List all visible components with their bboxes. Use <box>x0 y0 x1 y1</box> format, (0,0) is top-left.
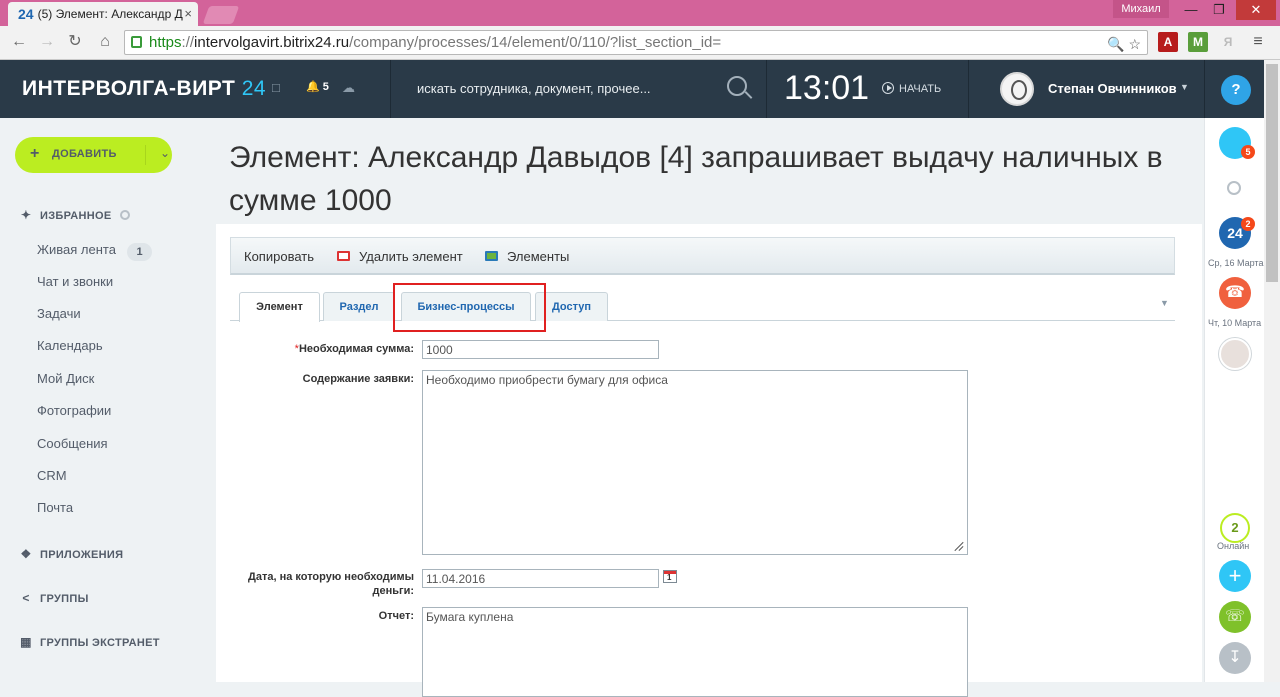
elements-icon <box>485 251 498 261</box>
cube-icon: ❖ <box>20 547 32 561</box>
search-icon[interactable] <box>1227 181 1241 195</box>
call-date: Чт, 10 Марта <box>1208 318 1262 328</box>
phone-call-icon[interactable]: ☎ <box>1219 277 1251 309</box>
right-panel: 5 24 2 Ср, 16 Марта ☎ Чт, 10 Марта 2 Онл… <box>1204 118 1264 682</box>
pin-icon: ✦ <box>20 208 32 222</box>
add-button[interactable]: + ДОБАВИТЬ ⌄ <box>15 137 172 173</box>
amount-field[interactable] <box>422 340 659 359</box>
user-name[interactable]: Степан Овчинников <box>1048 81 1177 96</box>
header-divider <box>968 60 969 118</box>
element-toolbar: Копировать Удалить элемент Элементы <box>230 237 1175 275</box>
request-label: Содержание заявки: <box>302 373 414 385</box>
browser-tab[interactable]: 24 (5) Элемент: Александр Д × <box>8 2 198 26</box>
copy-button[interactable]: Копировать <box>244 249 314 264</box>
phone-icon[interactable]: ☏ <box>1219 601 1251 633</box>
notifications-counter[interactable]: 🔔 5 <box>306 80 329 93</box>
address-bar[interactable]: https://intervolgavirt.bitrix24.ru/compa… <box>124 30 1148 55</box>
minimize-icon[interactable]: — <box>1176 0 1206 20</box>
pdf-extension-icon[interactable]: A <box>1158 32 1178 52</box>
sidebar-item-messages[interactable]: Сообщения <box>37 436 108 451</box>
amount-label: *Необходимая сумма: <box>294 343 414 355</box>
portal-logo[interactable]: ИНТЕРВОЛГА-ВИРТ 24 <box>22 77 266 101</box>
online-counter[interactable]: 2 <box>1220 513 1250 543</box>
chat-date: Ср, 16 Марта <box>1208 258 1264 268</box>
report-textarea[interactable]: Бумага куплена <box>422 607 968 697</box>
user-avatar[interactable] <box>1000 72 1034 106</box>
browser-toolbar: ← → ↻ ⌂ https://intervolgavirt.bitrix24.… <box>0 26 1280 60</box>
search-icon[interactable] <box>727 76 747 96</box>
highlight-box <box>393 283 546 332</box>
reload-icon[interactable]: ↻ <box>64 31 86 53</box>
contact-avatar[interactable] <box>1219 338 1251 370</box>
cloud-icon[interactable]: ☁ <box>342 80 355 96</box>
yandex-extension-icon[interactable]: Я <box>1218 32 1238 52</box>
report-label: Отчет: <box>378 610 414 622</box>
tab-close-icon[interactable]: × <box>184 6 192 21</box>
search-input[interactable]: искать сотрудника, документ, прочее... <box>417 81 651 96</box>
feed-counter-badge: 1 <box>127 243 152 261</box>
download-icon[interactable]: ↧ <box>1219 642 1251 674</box>
date-field[interactable] <box>422 569 659 588</box>
chevron-down-icon[interactable]: ▼ <box>1180 82 1189 92</box>
gear-icon[interactable] <box>119 210 130 220</box>
sidebar-item-mail[interactable]: Почта <box>37 500 73 515</box>
elements-button[interactable]: Элементы <box>507 249 569 264</box>
forward-icon[interactable]: → <box>36 31 58 53</box>
calendar-icon[interactable] <box>663 570 677 583</box>
sidebar-section-apps[interactable]: ❖ ПРИЛОЖЕНИЯ <box>19 547 123 561</box>
page-title: Элемент: Александр Давыдов [4] запрашива… <box>229 141 1163 217</box>
lock-icon <box>131 36 142 48</box>
window-close-icon[interactable]: ✕ <box>1236 0 1276 20</box>
network-icon: ▦ <box>20 635 32 649</box>
tab-element[interactable]: Элемент <box>239 292 320 322</box>
delete-element-button[interactable]: Удалить элемент <box>359 249 463 264</box>
help-button[interactable]: ? <box>1221 75 1251 105</box>
sidebar-item-feed[interactable]: Живая лента <box>37 242 116 257</box>
sidebar-section-extranet[interactable]: ▦ ГРУППЫ ЭКСТРАНЕТ <box>19 635 160 649</box>
tab-title: (5) Элемент: Александр Д <box>37 7 183 21</box>
window-user-badge[interactable]: Михаил <box>1113 0 1169 18</box>
delete-icon <box>337 251 350 261</box>
chevron-down-icon[interactable]: ▼ <box>1160 298 1169 308</box>
home-icon[interactable]: ⌂ <box>94 31 116 53</box>
clock: 13:01 <box>784 69 870 107</box>
sidebar-item-crm[interactable]: CRM <box>37 468 67 483</box>
maximize-icon[interactable]: ❐ <box>1204 0 1234 20</box>
tab-section[interactable]: Раздел <box>323 292 395 321</box>
back-icon[interactable]: ← <box>8 31 30 53</box>
add-chat-icon[interactable]: + <box>1219 560 1251 592</box>
resize-handle-icon[interactable] <box>954 541 964 551</box>
plus-icon: + <box>30 145 40 162</box>
chat-badge: 2 <box>1241 217 1255 231</box>
bell-icon: 🔔 <box>306 81 320 93</box>
sidebar-item-disk[interactable]: Мой Диск <box>37 371 94 386</box>
sidebar-section-groups[interactable]: < ГРУППЫ <box>19 591 89 605</box>
sidebar-item-photos[interactable]: Фотографии <box>37 403 111 418</box>
portal-header: ИНТЕРВОЛГА-ВИРТ 24 □ 🔔 5 ☁ искать сотруд… <box>0 60 1280 118</box>
scrollbar-thumb[interactable] <box>1266 64 1278 282</box>
browser-titlebar: 24 (5) Элемент: Александр Д × Михаил — ❐… <box>0 0 1280 26</box>
bitrix-tab-icon: 24 <box>18 6 34 22</box>
zoom-icon[interactable]: 🔍 ☆ <box>1107 33 1141 54</box>
sidebar-item-calendar[interactable]: Календарь <box>37 338 103 353</box>
chevron-down-icon[interactable]: ⌄ <box>160 146 170 160</box>
new-tab-button[interactable] <box>202 6 240 24</box>
sidebar-item-chat[interactable]: Чат и звонки <box>37 274 113 289</box>
extension-icon[interactable]: M <box>1188 32 1208 52</box>
online-label: Онлайн <box>1217 541 1250 551</box>
start-workday-button[interactable]: НАЧАТЬ <box>882 82 941 95</box>
share-icon: < <box>22 591 30 605</box>
header-divider <box>766 60 767 118</box>
play-icon <box>882 82 894 94</box>
notifications-badge: 5 <box>1241 145 1255 159</box>
sidebar-section-favorites[interactable]: ✦ ИЗБРАННОЕ <box>19 208 130 222</box>
date-label: Дата, на которую необходимы деньги: <box>248 571 414 597</box>
sidebar-item-tasks[interactable]: Задачи <box>37 306 81 321</box>
header-divider <box>390 60 391 118</box>
button-divider <box>145 145 146 165</box>
request-textarea[interactable]: Необходимо приобрести бумагу для офиса <box>422 370 968 555</box>
help-area: ? <box>1204 60 1264 118</box>
chat-icon[interactable]: □ <box>272 80 280 95</box>
browser-menu-icon[interactable]: ≡ <box>1248 32 1268 52</box>
